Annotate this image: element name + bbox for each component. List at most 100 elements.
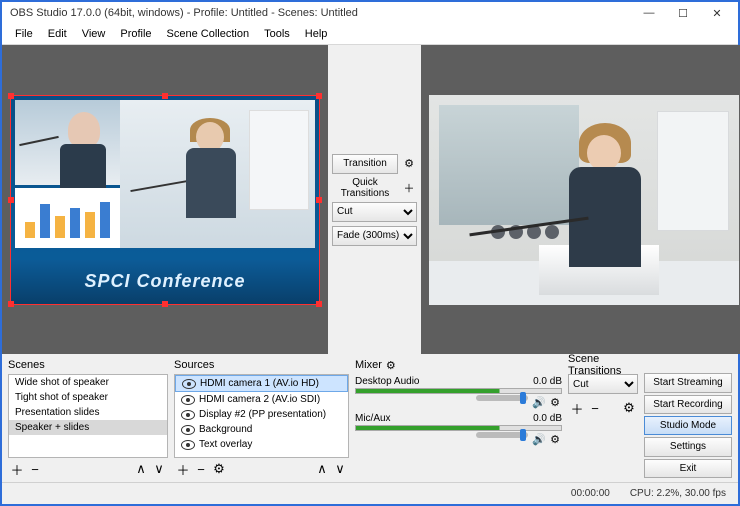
add-scene-icon[interactable]: ＋ bbox=[10, 460, 24, 479]
close-button[interactable]: ✕ bbox=[700, 3, 734, 23]
program-canvas[interactable]: SPCI Conference bbox=[10, 95, 320, 305]
preview-area: SPCI Conference Transition ⚙ Quick Trans… bbox=[2, 45, 738, 354]
menu-view[interactable]: View bbox=[75, 26, 113, 42]
studio-mode-button[interactable]: Studio Mode bbox=[644, 416, 732, 435]
audio-meter bbox=[355, 388, 562, 394]
remove-transition-icon[interactable]: − bbox=[588, 401, 602, 416]
sources-header: Sources bbox=[174, 356, 349, 374]
track-db: 0.0 dB bbox=[533, 413, 562, 424]
mixer-track: Mic/Aux0.0 dB 🔊⚙ bbox=[355, 413, 562, 446]
volume-slider[interactable] bbox=[476, 432, 528, 438]
scene-item[interactable]: Tight shot of speaker bbox=[9, 390, 167, 405]
source-item[interactable]: Background bbox=[175, 422, 348, 437]
control-buttons: Start Streaming Start Recording Studio M… bbox=[644, 356, 732, 480]
resize-handle[interactable] bbox=[8, 93, 14, 99]
menu-profile[interactable]: Profile bbox=[113, 26, 158, 42]
scene-transitions-panel: Scene Transitions Cut ＋ − ⚙ bbox=[568, 356, 638, 480]
resize-handle[interactable] bbox=[316, 301, 322, 307]
source-label: Text overlay bbox=[199, 439, 252, 450]
start-streaming-button[interactable]: Start Streaming bbox=[644, 373, 732, 392]
visibility-icon[interactable] bbox=[181, 425, 195, 435]
quick-transitions-label: Quick Transitions bbox=[332, 177, 398, 199]
track-name: Desktop Audio bbox=[355, 376, 533, 387]
settings-button[interactable]: Settings bbox=[644, 437, 732, 456]
mixer-track: Desktop Audio0.0 dB 🔊⚙ bbox=[355, 376, 562, 409]
visibility-icon[interactable] bbox=[182, 379, 196, 389]
source-down-icon[interactable]: ∨ bbox=[333, 461, 347, 477]
volume-slider[interactable] bbox=[476, 395, 528, 401]
add-transition-icon[interactable]: ＋ bbox=[570, 399, 584, 418]
maximize-button[interactable]: ☐ bbox=[666, 3, 700, 23]
resize-handle[interactable] bbox=[316, 197, 322, 203]
source-label: HDMI camera 2 (AV.io SDI) bbox=[199, 394, 320, 405]
source-item-selected[interactable]: HDMI camera 1 (AV.io HD) bbox=[175, 375, 348, 392]
quick-transition-cut[interactable]: Cut bbox=[332, 202, 417, 222]
scenes-panel: Scenes Wide shot of speaker Tight shot o… bbox=[8, 356, 168, 480]
resize-handle[interactable] bbox=[162, 301, 168, 307]
menu-edit[interactable]: Edit bbox=[41, 26, 74, 42]
source-item[interactable]: Display #2 (PP presentation) bbox=[175, 407, 348, 422]
mixer-panel: Mixer ⚙ Desktop Audio0.0 dB 🔊⚙ Mic/Aux0.… bbox=[355, 356, 562, 480]
status-bar: 00:00:00 CPU: 2.2%, 30.00 fps bbox=[2, 482, 738, 504]
conference-banner: SPCI Conference bbox=[11, 260, 319, 304]
resize-handle[interactable] bbox=[8, 197, 14, 203]
track-settings-icon[interactable]: ⚙ bbox=[548, 432, 562, 446]
live-preview-panel[interactable] bbox=[421, 45, 740, 354]
scene-transitions-header: Scene Transitions bbox=[568, 356, 638, 374]
live-canvas bbox=[429, 95, 739, 305]
scenes-header: Scenes bbox=[8, 356, 168, 374]
scenes-list[interactable]: Wide shot of speaker Tight shot of speak… bbox=[8, 374, 168, 458]
visibility-icon[interactable] bbox=[181, 410, 195, 420]
scene-down-icon[interactable]: ∨ bbox=[152, 461, 166, 477]
scene-item-selected[interactable]: Speaker + slides bbox=[9, 420, 167, 435]
source-up-icon[interactable]: ∧ bbox=[315, 461, 329, 477]
source-settings-icon[interactable]: ⚙ bbox=[212, 461, 226, 477]
resize-handle[interactable] bbox=[316, 93, 322, 99]
menu-help[interactable]: Help bbox=[298, 26, 335, 42]
speaker-icon[interactable]: 🔊 bbox=[532, 395, 546, 409]
window-title: OBS Studio 17.0.0 (64bit, windows) - Pro… bbox=[10, 7, 632, 19]
add-quick-transition-icon[interactable]: ＋ bbox=[401, 180, 417, 196]
audio-meter bbox=[355, 425, 562, 431]
track-settings-icon[interactable]: ⚙ bbox=[548, 395, 562, 409]
visibility-icon[interactable] bbox=[181, 440, 195, 450]
status-cpu: CPU: 2.2%, 30.00 fps bbox=[630, 488, 726, 499]
transition-button[interactable]: Transition bbox=[332, 154, 398, 174]
program-preview-panel[interactable]: SPCI Conference bbox=[2, 45, 328, 354]
track-db: 0.0 dB bbox=[533, 376, 562, 387]
transition-props-icon[interactable]: ⚙ bbox=[622, 400, 636, 416]
add-source-icon[interactable]: ＋ bbox=[176, 460, 190, 479]
source-label: Display #2 (PP presentation) bbox=[199, 409, 326, 420]
menu-file[interactable]: File bbox=[8, 26, 40, 42]
sources-list[interactable]: HDMI camera 1 (AV.io HD) HDMI camera 2 (… bbox=[174, 374, 349, 458]
source-label: Background bbox=[199, 424, 252, 435]
minimize-button[interactable]: — bbox=[632, 3, 666, 23]
speaker-icon[interactable]: 🔊 bbox=[532, 432, 546, 446]
menu-bar: File Edit View Profile Scene Collection … bbox=[2, 24, 738, 45]
source-item[interactable]: HDMI camera 2 (AV.io SDI) bbox=[175, 392, 348, 407]
quick-transition-fade[interactable]: Fade (300ms) bbox=[332, 226, 417, 246]
mixer-settings-icon[interactable]: ⚙ bbox=[386, 359, 396, 372]
sources-panel: Sources HDMI camera 1 (AV.io HD) HDMI ca… bbox=[174, 356, 349, 480]
mixer-header: Mixer bbox=[355, 359, 382, 371]
transition-settings-icon[interactable]: ⚙ bbox=[401, 156, 417, 172]
remove-source-icon[interactable]: − bbox=[194, 462, 208, 477]
visibility-icon[interactable] bbox=[181, 395, 195, 405]
exit-button[interactable]: Exit bbox=[644, 459, 732, 478]
title-bar: OBS Studio 17.0.0 (64bit, windows) - Pro… bbox=[2, 2, 738, 24]
status-time: 00:00:00 bbox=[571, 488, 610, 499]
remove-scene-icon[interactable]: − bbox=[28, 462, 42, 477]
transition-controls: Transition ⚙ Quick Transitions ＋ Cut Fad… bbox=[328, 45, 421, 354]
scene-transition-select[interactable]: Cut bbox=[568, 374, 638, 394]
menu-tools[interactable]: Tools bbox=[257, 26, 297, 42]
scene-item[interactable]: Presentation slides bbox=[9, 405, 167, 420]
menu-scene-collection[interactable]: Scene Collection bbox=[160, 26, 257, 42]
scene-up-icon[interactable]: ∧ bbox=[134, 461, 148, 477]
scene-item[interactable]: Wide shot of speaker bbox=[9, 375, 167, 390]
start-recording-button[interactable]: Start Recording bbox=[644, 395, 732, 414]
source-label: HDMI camera 1 (AV.io HD) bbox=[200, 378, 319, 389]
source-item[interactable]: Text overlay bbox=[175, 437, 348, 452]
resize-handle[interactable] bbox=[8, 301, 14, 307]
resize-handle[interactable] bbox=[162, 93, 168, 99]
track-name: Mic/Aux bbox=[355, 413, 533, 424]
